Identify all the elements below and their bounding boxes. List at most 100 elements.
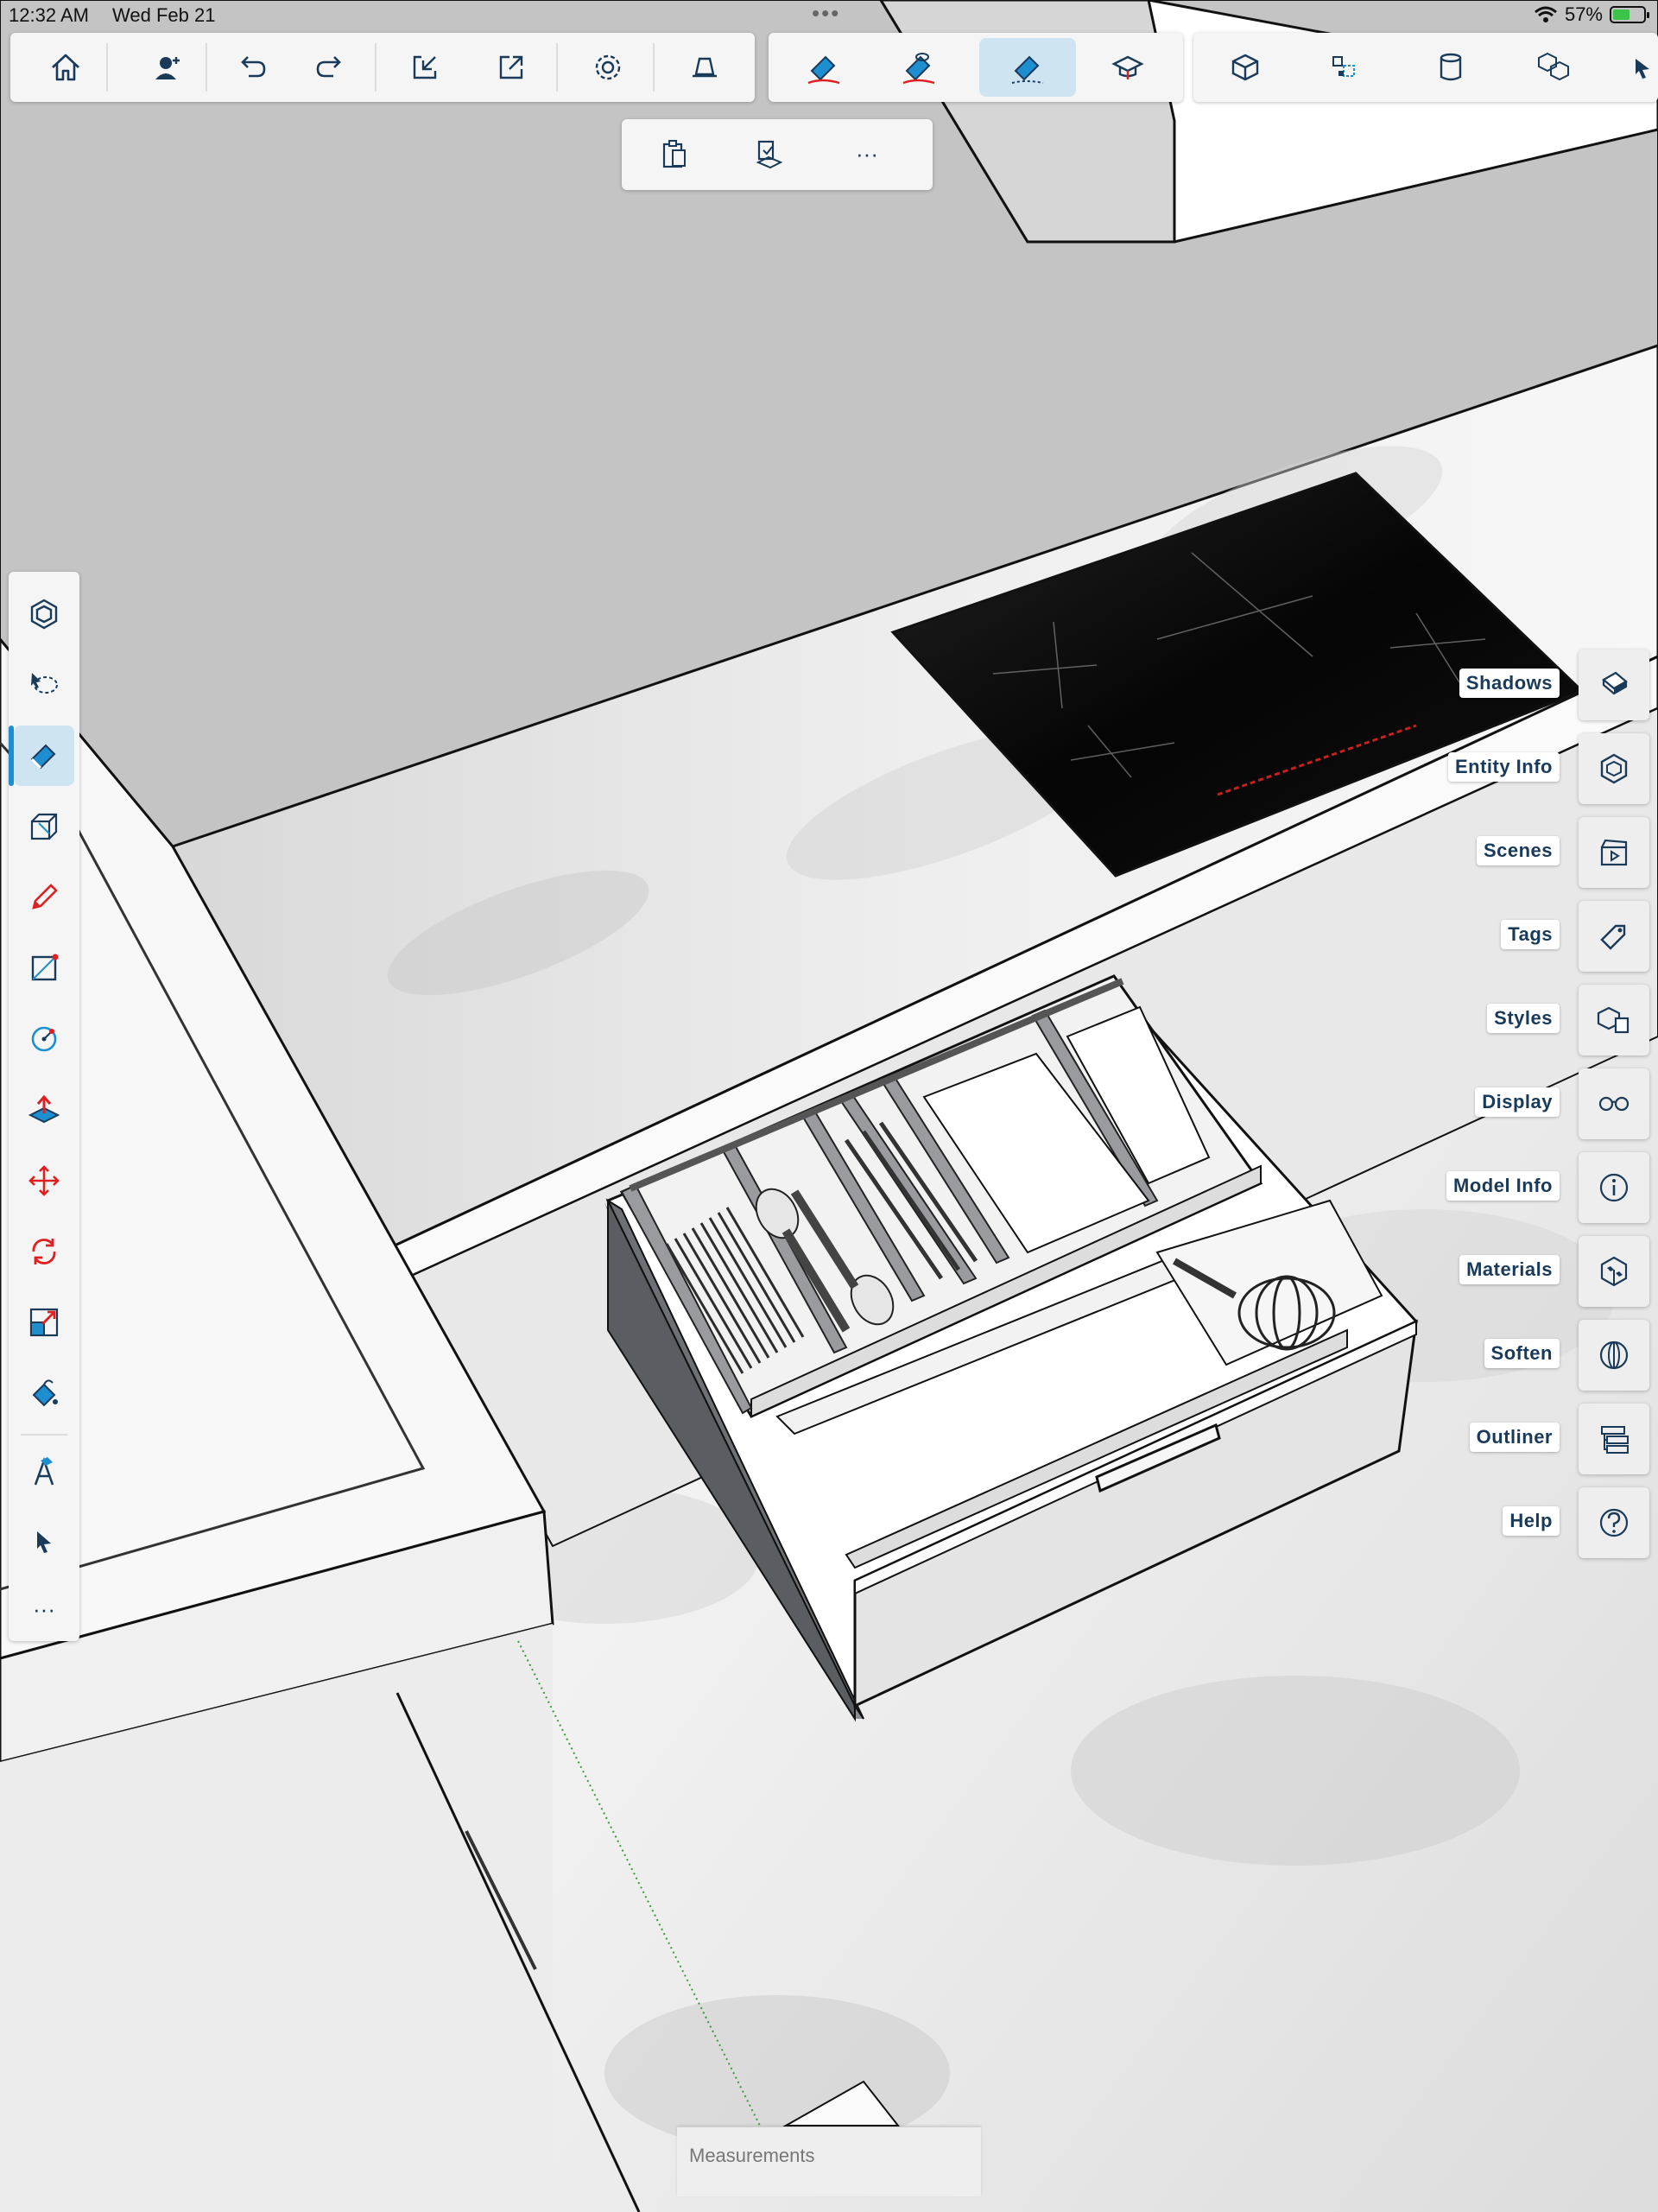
import-button[interactable] [396,38,454,97]
erase-button[interactable] [794,38,853,97]
tags-button[interactable] [1579,901,1649,972]
groups-button[interactable] [1525,38,1584,97]
hide-button[interactable] [889,38,948,97]
panel-outliner[interactable]: Outliner [1304,1404,1649,1474]
tool-move[interactable] [14,1150,74,1211]
box-icon [27,809,61,844]
solid-tools-button[interactable] [1216,38,1275,97]
tool-paint-bucket[interactable] [14,1363,74,1423]
panel-display[interactable]: Display [1304,1068,1649,1139]
settings-button[interactable] [579,38,637,97]
soften-icon [1597,1338,1631,1372]
more-icon: ··· [33,1595,55,1622]
add-user-icon [150,50,185,85]
tool-box[interactable] [14,796,74,857]
materials-button[interactable] [1579,1236,1649,1307]
soften-button[interactable] [1579,1320,1649,1391]
undo-icon [235,50,269,85]
help-button[interactable] [1579,1487,1649,1558]
info-icon [1597,1170,1631,1205]
entity-info-button[interactable] [1579,733,1649,804]
status-date: Wed Feb 21 [112,4,216,26]
panel-label: Help [1503,1506,1560,1536]
tool-rectangle[interactable] [14,938,74,998]
tool-scale[interactable] [14,1292,74,1353]
panel-entity-info[interactable]: Entity Info [1304,733,1649,804]
view-button[interactable] [675,38,734,97]
panel-label: Soften [1484,1339,1560,1368]
styles-button[interactable] [1579,985,1649,1055]
clipboard-button[interactable] [644,124,703,183]
move-icon [27,1163,61,1198]
more-icon: ··· [856,140,878,167]
shadows-icon [1597,668,1631,702]
rectangle-icon [27,951,61,986]
paste-in-place-button[interactable] [739,124,798,183]
tool-eraser[interactable] [14,726,74,786]
tool-text[interactable] [14,1441,74,1501]
outliner-button[interactable] [1579,1404,1649,1474]
paint-bucket-icon [27,1376,61,1410]
tool-layers[interactable] [14,584,74,644]
rotate-icon [27,1234,61,1269]
panel-shadows[interactable]: Shadows [1304,650,1649,720]
panel-label: Model Info [1446,1171,1560,1201]
panel-label: Scenes [1476,836,1560,865]
cylinder-icon [1433,50,1468,85]
panel-label: Entity Info [1447,752,1560,782]
learn-button[interactable] [1098,38,1157,97]
tool-circle[interactable] [14,1009,74,1069]
secondary-toolbar: ··· [622,119,933,190]
scenes-icon [1597,835,1631,870]
panel-label: Styles [1487,1004,1560,1033]
tool-more[interactable]: ··· [14,1579,74,1639]
solid-cube-icon [1228,50,1262,85]
cylinder-button[interactable] [1421,38,1480,97]
panel-label: Tags [1501,920,1560,949]
add-user-button[interactable] [138,38,197,97]
outliner-icon [1597,1422,1631,1456]
measurements-placeholder: Measurements [689,2145,815,2166]
panel-label: Display [1475,1087,1560,1117]
status-indicators: 57% [1534,3,1649,26]
soften-eraser-button[interactable] [979,38,1076,97]
more-options-button[interactable]: ··· [838,124,896,183]
component-button[interactable] [1314,38,1373,97]
battery-percent: 57% [1564,3,1603,25]
model-info-button[interactable] [1579,1152,1649,1223]
toolbar-scroll-right[interactable] [1625,38,1658,97]
tool-pencil[interactable] [14,867,74,928]
tool-lasso[interactable] [14,655,74,715]
eraser-soften-icon [1009,48,1047,86]
panel-styles[interactable]: Styles [1304,985,1649,1055]
display-button[interactable] [1579,1068,1649,1139]
lasso-select-icon [27,668,61,702]
panel-soften[interactable]: Soften [1304,1320,1649,1391]
shadows-button[interactable] [1579,650,1649,720]
eraser-icon [27,738,61,773]
tool-select[interactable] [14,1512,74,1572]
tool-push-pull[interactable] [14,1080,74,1140]
battery-level [1613,10,1630,20]
status-bar: 12:32 AM Wed Feb 21 ••• 57% [0,0,1658,31]
help-icon [1597,1505,1631,1540]
graduation-cap-icon [1111,50,1145,85]
panel-model-info[interactable]: Model Info [1304,1152,1649,1223]
measurements-box[interactable]: Measurements [677,2126,981,2196]
gear-icon [591,50,625,85]
styles-icon [1597,1003,1631,1037]
panel-help[interactable]: Help [1304,1487,1649,1558]
undo-button[interactable] [223,38,282,97]
paste-in-place-icon [751,136,786,171]
status-time: 12:32 AM [9,4,89,26]
panel-scenes[interactable]: Scenes [1304,817,1649,888]
home-button[interactable] [36,38,95,97]
scenes-button[interactable] [1579,817,1649,888]
multitasking-dots[interactable]: ••• [812,0,840,27]
redo-button[interactable] [301,38,359,97]
wifi-icon [1534,5,1558,24]
panel-materials[interactable]: Materials [1304,1236,1649,1307]
panel-tags[interactable]: Tags [1304,901,1649,972]
export-button[interactable] [482,38,541,97]
tool-rotate[interactable] [14,1221,74,1282]
